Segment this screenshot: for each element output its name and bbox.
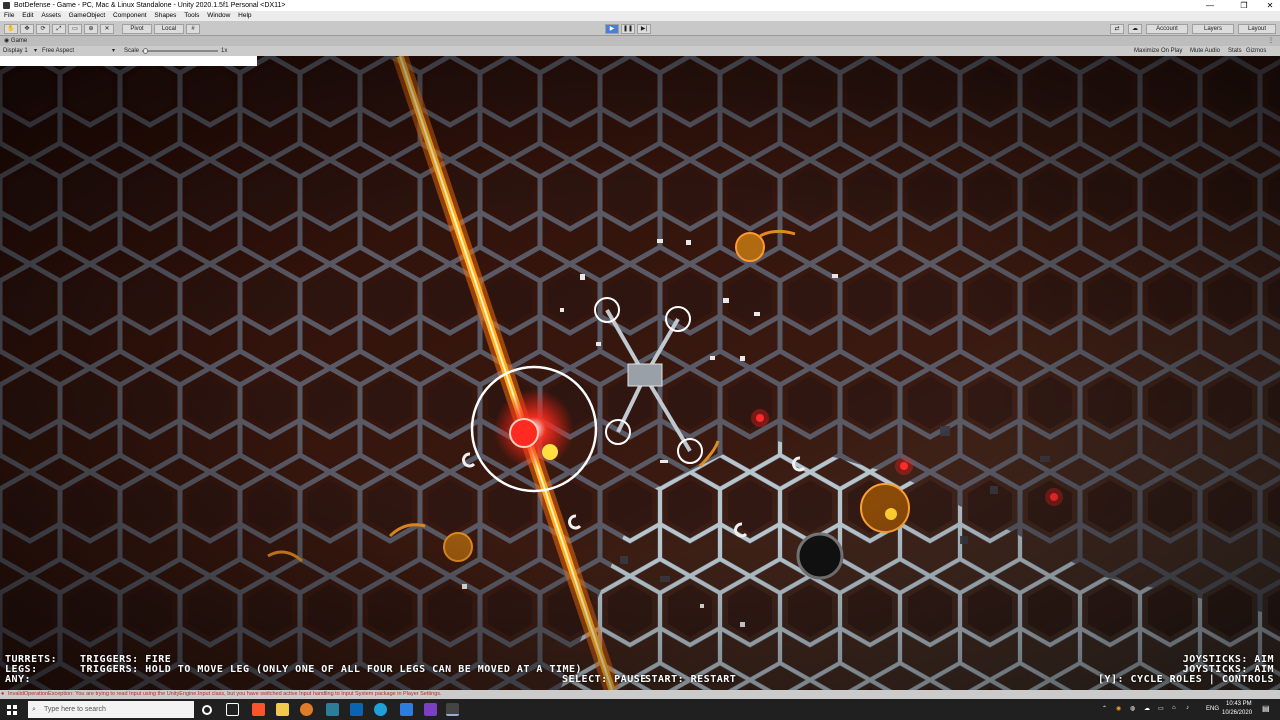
- stats-toggle[interactable]: Stats: [1228, 46, 1242, 56]
- maximize-button[interactable]: ❐: [1234, 0, 1254, 11]
- pivot-toggle[interactable]: Pivot: [122, 24, 152, 34]
- notification-icon[interactable]: ▤: [1262, 704, 1270, 713]
- volume-icon[interactable]: ♪: [1186, 705, 1189, 711]
- hud-right-line3: [Y]: CYCLE ROLES | CONTROLS: [1097, 674, 1274, 685]
- layout-dropdown[interactable]: Layout: [1238, 24, 1276, 34]
- game-tab-bar: ◉ Game ⋮: [0, 36, 1280, 46]
- edge-icon[interactable]: [374, 703, 387, 716]
- custom-tool-icon[interactable]: ✕: [100, 24, 114, 34]
- menu-gameobject[interactable]: GameObject: [69, 12, 106, 19]
- game-viewport[interactable]: [0, 56, 1280, 690]
- network-icon[interactable]: ⌂: [1172, 705, 1176, 711]
- hud-legs-text: TRIGGERS: HOLD TO MOVE LEG (ONLY ONE OF …: [80, 664, 583, 675]
- hand-tool-icon[interactable]: ✋: [4, 24, 18, 34]
- layers-dropdown[interactable]: Layers: [1192, 24, 1234, 34]
- error-icon: ●: [1, 691, 5, 697]
- battery-icon[interactable]: ▭: [1158, 705, 1164, 712]
- language-indicator[interactable]: ENG: [1206, 706, 1219, 712]
- unity-taskbar-icon[interactable]: [446, 703, 459, 716]
- file-explorer-icon[interactable]: [276, 703, 289, 716]
- window-title: BotDefense - Game - PC, Mac & Linux Stan…: [14, 2, 286, 9]
- clock-time[interactable]: 10:43 PM: [1226, 701, 1252, 707]
- menu-assets[interactable]: Assets: [41, 12, 61, 19]
- local-toggle[interactable]: Local: [154, 24, 184, 34]
- tray-app-icon[interactable]: ◉: [1116, 705, 1121, 712]
- onedrive-icon[interactable]: ☁: [1144, 705, 1150, 712]
- aspect-dropdown[interactable]: Free Aspect: [42, 46, 74, 56]
- scale-label: Scale: [124, 48, 140, 54]
- console-error-text: InvalidOperationException: You are tryin…: [8, 691, 442, 697]
- scale-tool-icon[interactable]: ⤢: [52, 24, 66, 34]
- rect-tool-icon[interactable]: ▭: [68, 24, 82, 34]
- vscode-icon[interactable]: [400, 703, 413, 716]
- windows-start-icon[interactable]: [7, 705, 17, 715]
- display-dropdown[interactable]: Display 1: [3, 46, 28, 56]
- hud-start-text: START: RESTART: [645, 674, 737, 685]
- tab-game-label: Game: [10, 38, 28, 44]
- minimize-button[interactable]: —: [1200, 0, 1220, 11]
- console-error-bar[interactable]: ● InvalidOperationException: You are try…: [0, 690, 1280, 699]
- pause-icon[interactable]: ❚❚: [621, 24, 635, 34]
- tab-game[interactable]: ◉ Game: [4, 38, 27, 44]
- move-tool-icon[interactable]: ✥: [20, 24, 34, 34]
- unity-logo-icon: [3, 2, 10, 9]
- editor-toolbar: ✋ ✥ ⟳ ⤢ ▭ ⊕ ✕ Pivot Local # ▶ ❚❚ ▶| ⇄ ☁ …: [0, 21, 1280, 36]
- windows-taskbar: ⌕ Type here to search ⌃ ◉ ◍ ☁ ▭ ⌂ ♪ ENG …: [0, 699, 1280, 720]
- cloud-icon[interactable]: ☁: [1128, 24, 1142, 34]
- scale-slider[interactable]: [142, 50, 218, 52]
- menu-file[interactable]: File: [4, 12, 14, 19]
- menu-shapes[interactable]: Shapes: [154, 12, 176, 19]
- search-icon: ⌕: [32, 706, 36, 713]
- game-view-controls: Display 1 ▾ Free Aspect ▾ Scale 1x Maxim…: [0, 46, 1280, 56]
- chevron-down-icon: ▾: [34, 48, 38, 54]
- brave-browser-icon[interactable]: [252, 703, 265, 716]
- menu-bar: File Edit Assets GameObject Component Sh…: [0, 11, 1280, 21]
- hud-select-text: SELECT: PAUSE: [562, 674, 647, 685]
- scale-value: 1x: [221, 48, 228, 54]
- taskbar-search-box[interactable]: ⌕ Type here to search: [28, 701, 194, 718]
- chevron-down-icon: ▾: [112, 48, 116, 54]
- step-icon[interactable]: ▶|: [637, 24, 651, 34]
- hud-any-label: ANY:: [5, 674, 32, 685]
- clock-date[interactable]: 10/26/2020: [1222, 710, 1252, 716]
- rotate-tool-icon[interactable]: ⟳: [36, 24, 50, 34]
- transform-tool-icon[interactable]: ⊕: [84, 24, 98, 34]
- play-icon[interactable]: ▶: [605, 24, 619, 34]
- scale-slider-handle[interactable]: [143, 48, 148, 54]
- photos-icon[interactable]: [326, 703, 339, 716]
- menu-component[interactable]: Component: [113, 12, 147, 19]
- maximize-on-play-toggle[interactable]: Maximize On Play: [1134, 46, 1182, 56]
- blender-icon[interactable]: [300, 703, 313, 716]
- cortana-icon[interactable]: [202, 705, 212, 715]
- task-view-icon[interactable]: [226, 703, 239, 716]
- collab-icon[interactable]: ⇄: [1110, 24, 1124, 34]
- grid-snap-icon[interactable]: #: [186, 24, 200, 34]
- menu-window[interactable]: Window: [207, 12, 230, 19]
- account-dropdown[interactable]: Account: [1146, 24, 1188, 34]
- search-placeholder: Type here to search: [44, 706, 106, 713]
- tray-app-icon[interactable]: ◍: [1130, 705, 1135, 712]
- close-button[interactable]: ✕: [1260, 0, 1280, 11]
- menu-tools[interactable]: Tools: [184, 12, 199, 19]
- tab-menu-icon[interactable]: ⋮: [1268, 36, 1274, 46]
- game-scene: [0, 56, 1280, 690]
- gizmos-dropdown[interactable]: Gizmos: [1246, 46, 1266, 56]
- menu-edit[interactable]: Edit: [22, 12, 33, 19]
- visual-studio-icon[interactable]: [424, 703, 437, 716]
- chevron-up-icon[interactable]: ⌃: [1102, 705, 1107, 712]
- window-title-bar: BotDefense - Game - PC, Mac & Linux Stan…: [0, 0, 1280, 11]
- mute-audio-toggle[interactable]: Mute Audio: [1190, 46, 1220, 56]
- menu-help[interactable]: Help: [238, 12, 251, 19]
- mail-icon[interactable]: [350, 703, 363, 716]
- overlay-white-bar: [0, 56, 257, 66]
